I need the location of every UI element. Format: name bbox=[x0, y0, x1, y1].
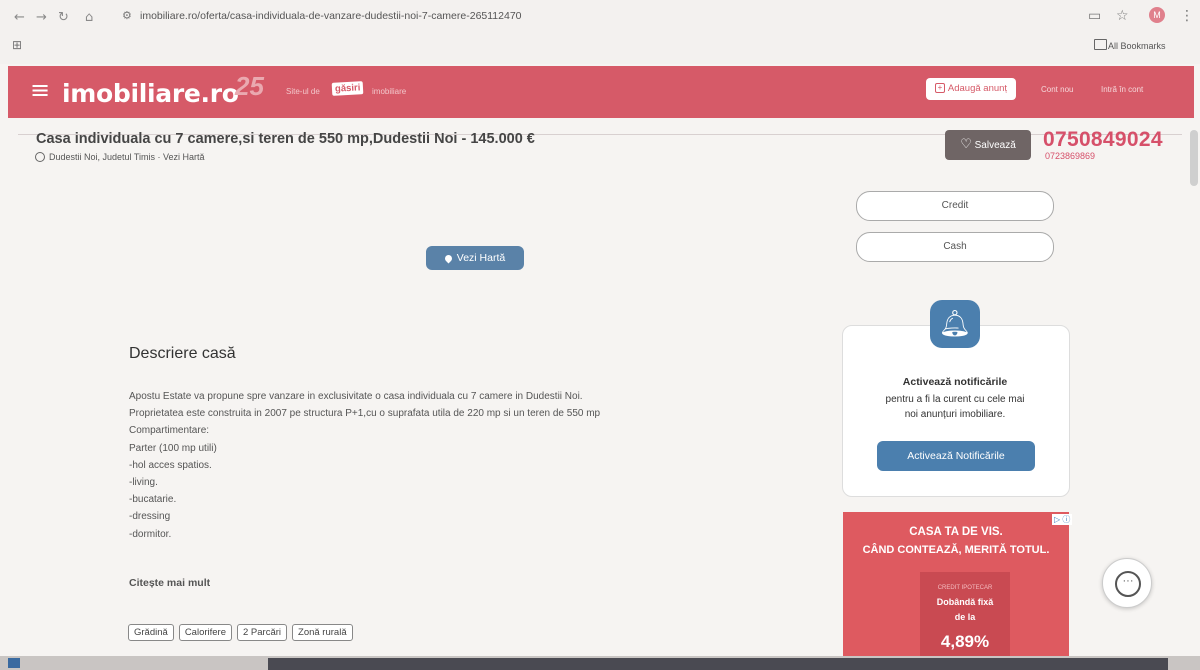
profile-avatar[interactable]: M bbox=[1149, 7, 1165, 23]
save-label: Salvează bbox=[974, 140, 1016, 151]
cash-button[interactable]: Cash bbox=[856, 232, 1054, 262]
description-line: Proprietatea este construita in 2007 pe … bbox=[129, 408, 601, 420]
credit-button[interactable]: Credit bbox=[856, 191, 1054, 221]
location-pin-icon bbox=[35, 152, 45, 162]
chat-button[interactable]: ··· bbox=[1102, 558, 1152, 608]
login-link[interactable]: Intră în cont bbox=[1101, 85, 1143, 94]
slogan-pre: Site-ul de bbox=[286, 87, 320, 96]
notification-text-line: noi anunțuri imobiliare. bbox=[904, 409, 1006, 420]
folder-icon bbox=[1094, 39, 1107, 50]
ad-small-label: CREDIT IPOTECAR bbox=[937, 585, 993, 591]
feature-tag: Zonă rurală bbox=[292, 624, 353, 641]
plus-icon: + bbox=[934, 83, 945, 94]
slogan-highlight: găsiri bbox=[331, 81, 364, 96]
description-line: -living. bbox=[129, 477, 158, 489]
forward-icon[interactable]: → bbox=[36, 10, 47, 25]
add-listing-label: Adaugă anunț bbox=[947, 83, 1008, 94]
ad-from-label: de la bbox=[954, 612, 976, 622]
ad-title: CASA TA DE VIS. bbox=[909, 526, 1003, 538]
scrollbar[interactable] bbox=[1190, 130, 1198, 186]
listing-location[interactable]: Dudestii Noi, Judetul Timis · Vezi Hartă bbox=[49, 152, 205, 162]
view-map-label: Vezi Hartă bbox=[456, 252, 506, 264]
phone-primary[interactable]: 0750849024 bbox=[1043, 128, 1163, 152]
phone-secondary[interactable]: 0723869869 bbox=[1045, 151, 1095, 161]
description-line: -hol acces spatios. bbox=[129, 459, 212, 471]
windows-start-icon[interactable] bbox=[8, 658, 20, 668]
menu-icon[interactable]: ⋮ bbox=[1180, 8, 1194, 24]
add-listing-button[interactable]: + Adaugă anunț bbox=[926, 78, 1016, 100]
site-info-icon[interactable]: ⚙ bbox=[122, 9, 132, 22]
view-map-button[interactable]: Vezi Hartă bbox=[426, 246, 524, 270]
ad-rate: 4,89% bbox=[940, 632, 990, 651]
back-icon[interactable]: ← bbox=[14, 10, 25, 25]
notification-text: pentru a fi la curent cu cele mai noi an… bbox=[848, 392, 1062, 422]
feature-tag: 2 Parcări bbox=[237, 624, 288, 641]
all-bookmarks[interactable]: All Bookmarks bbox=[1108, 41, 1166, 51]
bell-icon: 🔔︎ bbox=[930, 300, 980, 348]
description-line: -dressing bbox=[129, 511, 171, 523]
apps-icon[interactable]: ⊞ bbox=[12, 38, 22, 52]
taskbar-apps[interactable] bbox=[268, 658, 1168, 670]
notification-text-line: pentru a fi la curent cu cele mai bbox=[885, 394, 1025, 405]
feature-tag: Grădină bbox=[128, 624, 174, 641]
hamburger-menu-icon[interactable]: ≡ bbox=[30, 76, 50, 104]
description-line: -bucatarie. bbox=[129, 494, 177, 506]
new-account-link[interactable]: Cont nou bbox=[1041, 85, 1073, 94]
description-line: Apostu Estate va propune spre vanzare in… bbox=[129, 391, 583, 402]
ad-subtitle: CÂND CONTEAZĂ, MERITĂ TOTUL. bbox=[862, 544, 1050, 556]
heart-icon: ♡ bbox=[960, 137, 972, 152]
activate-notifications-button[interactable]: Activează Notificările bbox=[877, 441, 1035, 471]
feature-tag: Calorifere bbox=[178, 624, 232, 641]
ad-fixed-rate-label: Dobândă fixă bbox=[936, 597, 994, 607]
chat-icon: ··· bbox=[1115, 571, 1141, 597]
listing-title: Casa individuala cu 7 camere,si teren de… bbox=[36, 131, 535, 147]
home-icon[interactable]: ⌂ bbox=[85, 10, 93, 25]
save-button[interactable]: ♡ Salvează bbox=[945, 130, 1031, 160]
description-line: Compartimentare: bbox=[129, 425, 210, 437]
address-bar[interactable]: imobiliare.ro/oferta/casa-individuala-de… bbox=[140, 10, 522, 22]
cast-icon[interactable]: ▭ bbox=[1088, 8, 1101, 24]
map-pin-icon bbox=[443, 253, 454, 264]
star-icon[interactable]: ☆ bbox=[1116, 8, 1129, 24]
description-line: -dormitor. bbox=[129, 528, 172, 540]
slogan-post: imobiliare bbox=[372, 87, 407, 96]
description-heading: Descriere casă bbox=[129, 345, 236, 362]
notification-title: Activează notificările bbox=[902, 376, 1008, 388]
anniversary-badge: 25 bbox=[235, 71, 264, 101]
description-text: Apostu Estate va propune spre vanzare in… bbox=[129, 388, 809, 543]
site-logo[interactable]: imobiliare.ro bbox=[62, 79, 239, 108]
read-more-link[interactable]: Citește mai mult bbox=[129, 577, 210, 589]
feature-tags: Grădină Calorifere 2 Parcări Zonă rurală bbox=[128, 622, 358, 641]
ad-info-icon[interactable]: ▷ ⓘ bbox=[1052, 514, 1073, 525]
reload-icon[interactable]: ↻ bbox=[58, 10, 69, 25]
description-line: Parter (100 mp utili) bbox=[129, 442, 217, 454]
